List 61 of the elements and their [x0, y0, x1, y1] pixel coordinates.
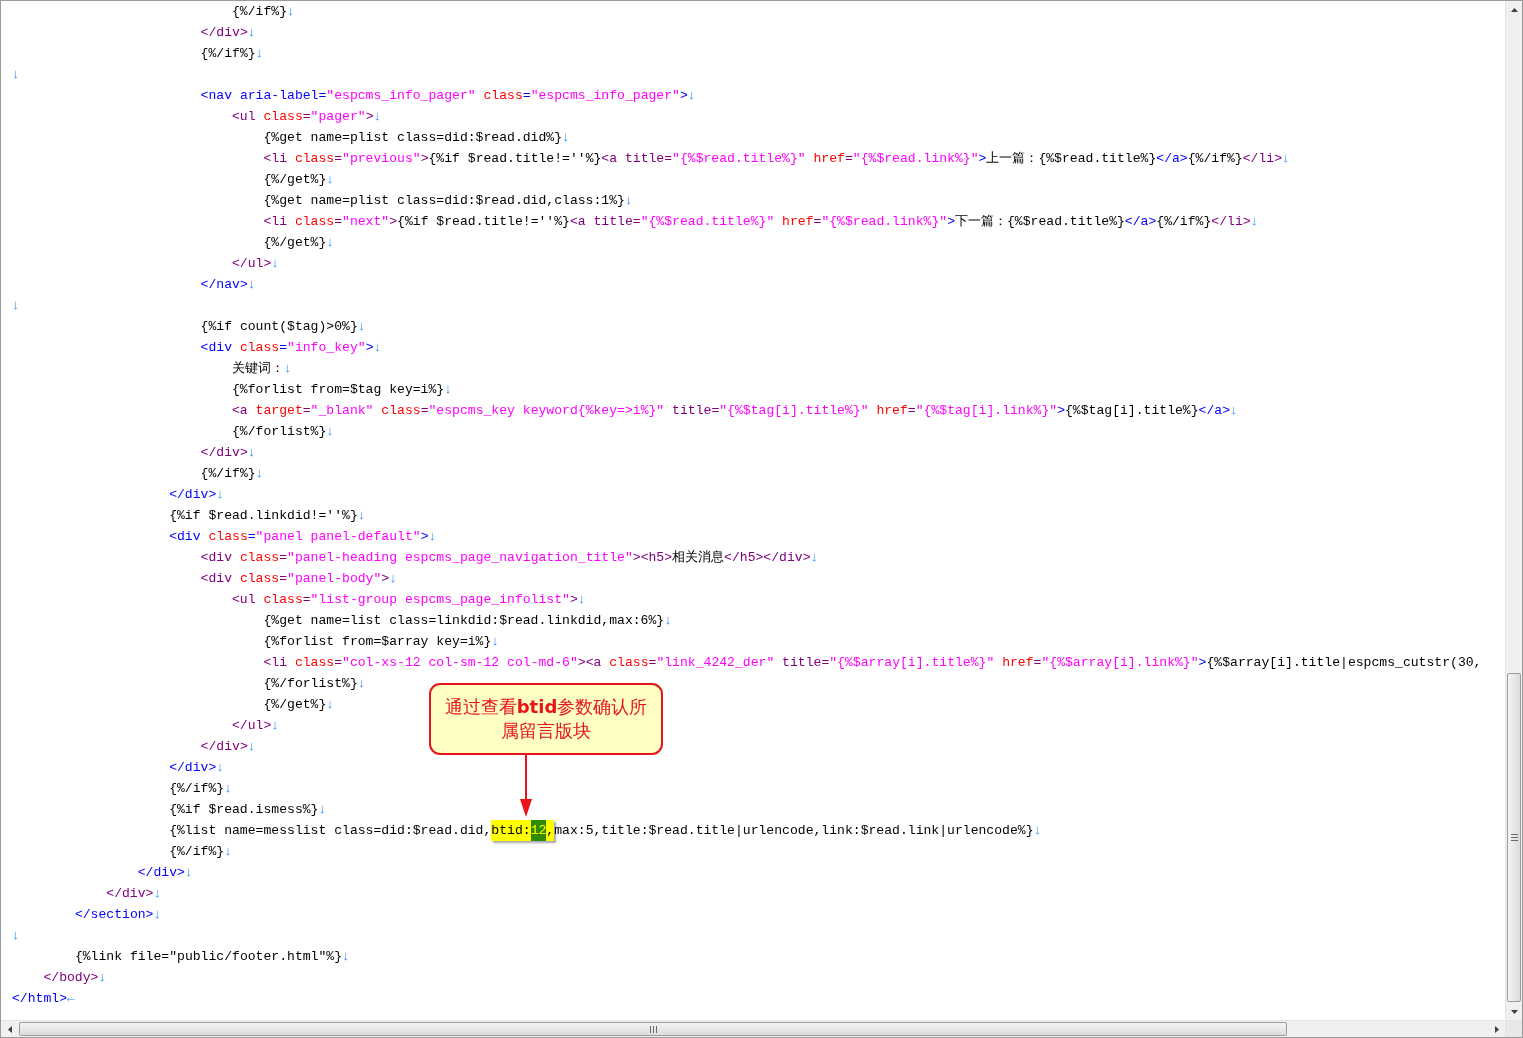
vertical-scrollbar[interactable] — [1505, 1, 1522, 1020]
code-line: <li class="previous">{%if $read.title!=''%}<a title="{%$read.title%}" href="{%$read.link%}">上一篇：{%$read.title%}</a>{%/if%}</li>↓ — [263, 151, 1290, 166]
code-line: </div>↓ — [137, 865, 193, 880]
code-line: {%/if%}↓ — [232, 4, 295, 19]
callout-arrow — [518, 755, 534, 817]
code-line: {%/get%}↓ — [263, 697, 335, 712]
grip-icon — [1510, 834, 1518, 841]
code-line: {%get name=plist class=did:$read.did,class:1%}↓ — [263, 193, 633, 208]
code-line: <div class="panel-body">↓ — [200, 571, 398, 586]
right-arrow-icon — [1494, 1025, 1499, 1033]
code-line: </ul>↓ — [232, 256, 280, 271]
code-line: <div class="panel-heading espcms_page_navigation_title"><h5>相关消息</h5></div>↓ — [200, 550, 819, 565]
code-line: </div>↓ — [200, 739, 256, 754]
code-line: {%if $read.linkdid!=''%}↓ — [169, 508, 366, 523]
code-line: {%link file="public/footer.html"%}↓ — [74, 949, 350, 964]
callout: 通过查看btid参数确认所属留言版块 — [429, 683, 663, 755]
code-line: {%/forlist%}↓ — [263, 676, 366, 691]
code-line: <div class="info_key">↓ — [200, 340, 382, 355]
code-line: </body>↓ — [43, 970, 107, 985]
code-line: {%/forlist%}↓ — [232, 424, 335, 439]
code-line: {%/get%}↓ — [263, 235, 335, 250]
code-line: <div class="panel panel-default">↓ — [169, 529, 437, 544]
code-line: <li class="next">{%if $read.title!=''%}<a title="{%$read.title%}" href="{%$read.link%}">下一篇：{%$read.title%}</a>{%/if%}</li>↓ — [263, 214, 1259, 229]
up-arrow-icon — [1510, 7, 1518, 12]
code-line: ↓ — [12, 298, 20, 313]
code-line: <nav aria-label="espcms_info_pager" class="espcms_info_pager">↓ — [200, 88, 696, 103]
code-line: </div>↓ — [106, 886, 162, 901]
code-line: <li class="col-xs-12 col-sm-12 col-md-6"><a class="link_4242_der" title="{%$array[i].title%}" href="{%$array[i].link%}">{%$array[i].title|espcms_cutstr(30, — [263, 655, 1482, 670]
down-arrow-icon — [1510, 1009, 1518, 1014]
grip-icon — [649, 1025, 657, 1033]
code-line: {%forlist from=$tag key=i%}↓ — [232, 382, 453, 397]
code-line: {%get name=list class=linkdid:$read.linkdid,max:6%}↓ — [263, 613, 673, 628]
code-line: ↓ — [12, 67, 20, 82]
horizontal-scrollbar[interactable] — [1, 1020, 1505, 1037]
code-line: {%if count($tag)>0%}↓ — [200, 319, 366, 334]
code-line: 关键词：↓ — [232, 361, 292, 376]
code-line: </div>↓ — [169, 760, 225, 775]
scrollbar-thumb[interactable] — [19, 1022, 1287, 1036]
scrollbar-corner — [1505, 1020, 1522, 1037]
code-line: {%/if%}↓ — [200, 46, 264, 61]
code-line: {%/get%}↓ — [263, 172, 335, 187]
code-line: </ul>↓ — [232, 718, 280, 733]
code-line: {%list name=messlist class=did:$read.did,btid:12,max:5,title:$read.title|urlencode,link:$read.link|urlencode%}↓ — [169, 820, 1042, 841]
code-line: {%if $read.ismess%}↓ — [169, 802, 327, 817]
left-arrow-icon — [7, 1025, 12, 1033]
code-line: </section>↓ — [74, 907, 162, 922]
code-line: <ul class="pager">↓ — [232, 109, 382, 124]
code-line: {%/if%}↓ — [169, 844, 233, 859]
code-line: ↓ — [12, 928, 20, 943]
code-line: {%get name=plist class=did:$read.did%}↓ — [263, 130, 570, 145]
code-line: {%/if%}↓ — [169, 781, 233, 796]
code-line: </html>← — [12, 991, 75, 1006]
code-line: <a target="_blank" class="espcms_key keyword{%key=>i%}" title="{%$tag[i].title%}" href="{%$tag[i].link%}">{%$tag[i].title%}</a>↓ — [232, 403, 1238, 418]
code-line: <ul class="list-group espcms_page_infolist">↓ — [232, 592, 586, 607]
scrollbar-thumb[interactable] — [1507, 673, 1521, 1002]
code-line: {%/if%}↓ — [200, 466, 264, 481]
code-line: </div>↓ — [200, 445, 256, 460]
code-line: </div>↓ — [200, 25, 256, 40]
code-line: </nav>↓ — [200, 277, 256, 292]
code-line: </div>↓ — [169, 487, 225, 502]
code-line: {%forlist from=$array key=i%}↓ — [263, 634, 500, 649]
